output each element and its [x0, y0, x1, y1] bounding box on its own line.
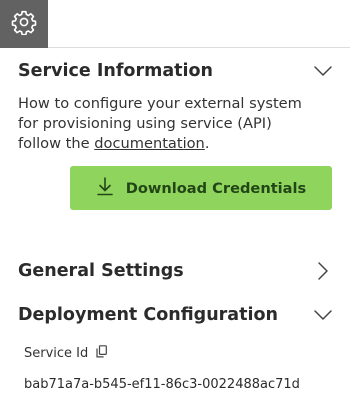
top-toolbar	[0, 0, 350, 48]
download-credentials-button[interactable]: Download Credentials	[70, 166, 332, 210]
service-information-title: Service Information	[18, 61, 213, 81]
download-icon	[96, 176, 114, 200]
copy-icon[interactable]	[96, 345, 108, 362]
chevron-down-icon[interactable]	[312, 304, 334, 326]
download-credentials-label: Download Credentials	[125, 179, 307, 197]
chevron-right-icon[interactable]	[312, 260, 334, 282]
chevron-down-icon[interactable]	[312, 60, 334, 82]
service-id-field: Service Id	[24, 345, 108, 362]
deployment-configuration-title: Deployment Configuration	[18, 305, 278, 325]
description-end: .	[204, 135, 210, 152]
service-id-label: Service Id	[24, 346, 89, 361]
gear-icon	[11, 9, 37, 39]
documentation-link[interactable]: documentation	[94, 135, 205, 152]
general-settings-header[interactable]: General Settings	[18, 256, 334, 286]
settings-button[interactable]	[0, 0, 48, 48]
general-settings-title: General Settings	[18, 261, 184, 281]
service-information-description: How to configure your external system fo…	[18, 94, 318, 154]
service-id-value: bab71a7a-b545-ef11-86c3-0022488ac71d	[24, 377, 300, 392]
deployment-configuration-header[interactable]: Deployment Configuration	[18, 300, 334, 330]
service-information-header[interactable]: Service Information	[18, 56, 334, 86]
